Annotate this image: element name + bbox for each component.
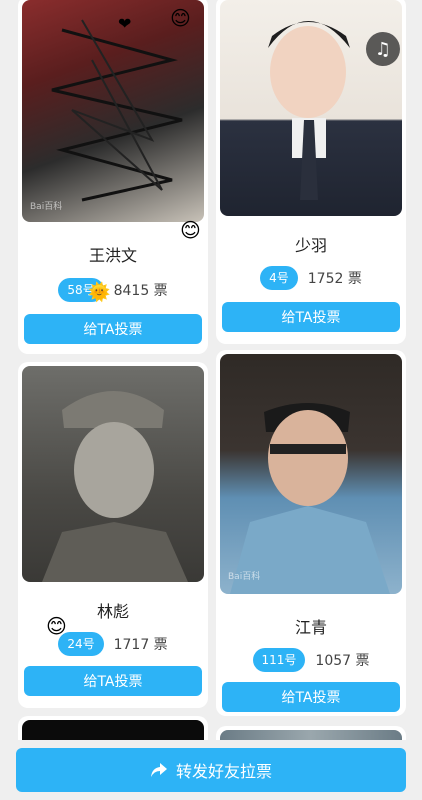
candidate-number-badge: 4号 [260,266,298,290]
candidate-name: 少羽 [294,236,327,255]
candidate-photo[interactable] [220,0,402,216]
candidate-card[interactable]: Bai百科 江青 111号 1057 票 给TA投票 [216,350,406,716]
bottom-bar: 转发好友拉票 [0,740,422,800]
photo-watermark: Bai百科 [30,202,63,212]
vote-button[interactable]: 给TA投票 [222,682,400,712]
candidate-number-badge: 111号 [252,648,306,672]
candidate-stats: 111号 1057 票 [216,648,406,672]
portrait-sketch [230,403,390,594]
scribble-overlay [51,19,183,202]
portrait-sketch [268,21,350,200]
vote-count: 1057 票 [315,653,370,669]
vote-button[interactable]: 给TA投票 [222,302,400,332]
smile-emoji-icon: 😊 [180,218,201,242]
music-note-icon[interactable]: ♫ [366,32,400,66]
hearts-emoji-icon: ❤ [118,14,132,33]
candidate-card[interactable]: Bai百科 😊 ❤ 😊 王洪文 58号 8415 票 🌞 给TA投票 [18,0,208,354]
smile-emoji-icon: 😊 [170,6,191,30]
smile-emoji-icon: 😊 [46,614,67,638]
vote-button[interactable]: 给TA投票 [24,666,202,696]
vote-count: 1717 票 [113,637,168,653]
vote-count: 1752 票 [307,271,362,287]
candidate-photo[interactable]: Bai百科 [22,0,204,222]
candidate-card[interactable]: 林彪 24号 1717 票 😊 给TA投票 [18,362,208,708]
vote-button[interactable]: 给TA投票 [24,314,202,344]
candidate-stats: 4号 1752 票 [216,266,406,290]
candidate-card[interactable]: ♫ 少羽 4号 1752 票 给TA投票 [216,0,406,344]
vote-count: 8415 票 [113,283,168,299]
photo-watermark: Bai百科 [228,572,261,582]
share-arrow-icon [150,763,167,777]
share-button[interactable]: 转发好友拉票 [16,748,406,792]
candidate-name: 江青 [294,618,327,637]
candidate-photo[interactable] [22,366,204,582]
share-button-label: 转发好友拉票 [175,762,272,781]
candidate-stats: 58号 8415 票 [18,278,208,302]
sun-emoji-icon: 🌞 [88,282,111,303]
portrait-sketch [42,391,188,582]
candidate-name: 王洪文 [88,246,137,265]
candidate-photo[interactable]: Bai百科 [220,354,402,594]
